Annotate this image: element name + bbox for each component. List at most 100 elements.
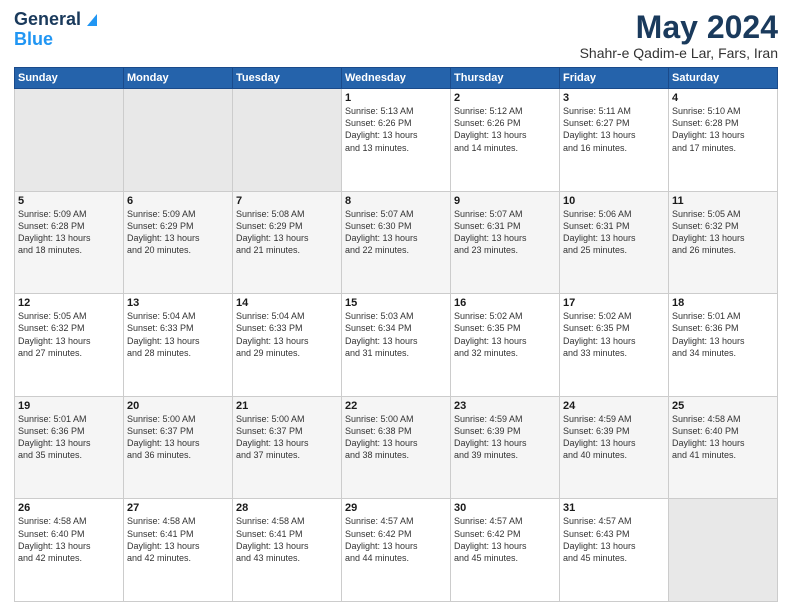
day-cell-7: 7Sunrise: 5:08 AM Sunset: 6:29 PM Daylig… [233, 191, 342, 294]
day-info: Sunrise: 4:58 AM Sunset: 6:40 PM Dayligh… [18, 515, 120, 564]
day-cell-29: 29Sunrise: 4:57 AM Sunset: 6:42 PM Dayli… [342, 499, 451, 602]
day-cell-26: 26Sunrise: 4:58 AM Sunset: 6:40 PM Dayli… [15, 499, 124, 602]
day-number: 13 [127, 297, 229, 309]
logo-icon [83, 10, 101, 28]
day-number: 12 [18, 297, 120, 309]
day-cell-12: 12Sunrise: 5:05 AM Sunset: 6:32 PM Dayli… [15, 294, 124, 397]
day-cell-16: 16Sunrise: 5:02 AM Sunset: 6:35 PM Dayli… [451, 294, 560, 397]
logo-blue: Blue [14, 30, 53, 50]
day-info: Sunrise: 5:01 AM Sunset: 6:36 PM Dayligh… [18, 413, 120, 462]
day-info: Sunrise: 5:02 AM Sunset: 6:35 PM Dayligh… [563, 310, 665, 359]
day-info: Sunrise: 5:00 AM Sunset: 6:37 PM Dayligh… [127, 413, 229, 462]
day-info: Sunrise: 4:59 AM Sunset: 6:39 PM Dayligh… [454, 413, 556, 462]
day-cell-25: 25Sunrise: 4:58 AM Sunset: 6:40 PM Dayli… [669, 396, 778, 499]
week-row-4: 19Sunrise: 5:01 AM Sunset: 6:36 PM Dayli… [15, 396, 778, 499]
day-cell-11: 11Sunrise: 5:05 AM Sunset: 6:32 PM Dayli… [669, 191, 778, 294]
empty-cell [15, 89, 124, 192]
day-info: Sunrise: 5:01 AM Sunset: 6:36 PM Dayligh… [672, 310, 774, 359]
day-cell-15: 15Sunrise: 5:03 AM Sunset: 6:34 PM Dayli… [342, 294, 451, 397]
logo: General Blue [14, 10, 101, 50]
weekday-header-row: SundayMondayTuesdayWednesdayThursdayFrid… [15, 68, 778, 89]
logo-general: General [14, 10, 81, 30]
day-cell-13: 13Sunrise: 5:04 AM Sunset: 6:33 PM Dayli… [124, 294, 233, 397]
week-row-2: 5Sunrise: 5:09 AM Sunset: 6:28 PM Daylig… [15, 191, 778, 294]
day-number: 29 [345, 502, 447, 514]
week-row-3: 12Sunrise: 5:05 AM Sunset: 6:32 PM Dayli… [15, 294, 778, 397]
day-cell-31: 31Sunrise: 4:57 AM Sunset: 6:43 PM Dayli… [560, 499, 669, 602]
day-cell-30: 30Sunrise: 4:57 AM Sunset: 6:42 PM Dayli… [451, 499, 560, 602]
day-number: 9 [454, 195, 556, 207]
day-cell-20: 20Sunrise: 5:00 AM Sunset: 6:37 PM Dayli… [124, 396, 233, 499]
day-info: Sunrise: 5:00 AM Sunset: 6:38 PM Dayligh… [345, 413, 447, 462]
day-cell-2: 2Sunrise: 5:12 AM Sunset: 6:26 PM Daylig… [451, 89, 560, 192]
day-cell-1: 1Sunrise: 5:13 AM Sunset: 6:26 PM Daylig… [342, 89, 451, 192]
weekday-tuesday: Tuesday [233, 68, 342, 89]
day-info: Sunrise: 5:11 AM Sunset: 6:27 PM Dayligh… [563, 105, 665, 154]
day-info: Sunrise: 5:04 AM Sunset: 6:33 PM Dayligh… [236, 310, 338, 359]
day-number: 14 [236, 297, 338, 309]
week-row-1: 1Sunrise: 5:13 AM Sunset: 6:26 PM Daylig… [15, 89, 778, 192]
day-info: Sunrise: 5:03 AM Sunset: 6:34 PM Dayligh… [345, 310, 447, 359]
weekday-wednesday: Wednesday [342, 68, 451, 89]
day-info: Sunrise: 5:07 AM Sunset: 6:31 PM Dayligh… [454, 208, 556, 257]
day-number: 22 [345, 400, 447, 412]
day-number: 20 [127, 400, 229, 412]
day-number: 18 [672, 297, 774, 309]
title-block: May 2024 Shahr-e Qadim-e Lar, Fars, Iran [580, 10, 778, 61]
day-info: Sunrise: 5:00 AM Sunset: 6:37 PM Dayligh… [236, 413, 338, 462]
day-number: 15 [345, 297, 447, 309]
day-number: 31 [563, 502, 665, 514]
day-info: Sunrise: 5:07 AM Sunset: 6:30 PM Dayligh… [345, 208, 447, 257]
day-number: 8 [345, 195, 447, 207]
day-number: 24 [563, 400, 665, 412]
day-info: Sunrise: 4:57 AM Sunset: 6:42 PM Dayligh… [345, 515, 447, 564]
day-cell-27: 27Sunrise: 4:58 AM Sunset: 6:41 PM Dayli… [124, 499, 233, 602]
calendar-table: SundayMondayTuesdayWednesdayThursdayFrid… [14, 67, 778, 602]
weekday-monday: Monday [124, 68, 233, 89]
day-cell-8: 8Sunrise: 5:07 AM Sunset: 6:30 PM Daylig… [342, 191, 451, 294]
day-number: 26 [18, 502, 120, 514]
week-row-5: 26Sunrise: 4:58 AM Sunset: 6:40 PM Dayli… [15, 499, 778, 602]
day-cell-24: 24Sunrise: 4:59 AM Sunset: 6:39 PM Dayli… [560, 396, 669, 499]
weekday-friday: Friday [560, 68, 669, 89]
header: General Blue May 2024 Shahr-e Qadim-e La… [14, 10, 778, 61]
day-cell-28: 28Sunrise: 4:58 AM Sunset: 6:41 PM Dayli… [233, 499, 342, 602]
day-cell-22: 22Sunrise: 5:00 AM Sunset: 6:38 PM Dayli… [342, 396, 451, 499]
day-cell-6: 6Sunrise: 5:09 AM Sunset: 6:29 PM Daylig… [124, 191, 233, 294]
day-cell-14: 14Sunrise: 5:04 AM Sunset: 6:33 PM Dayli… [233, 294, 342, 397]
day-cell-3: 3Sunrise: 5:11 AM Sunset: 6:27 PM Daylig… [560, 89, 669, 192]
day-cell-17: 17Sunrise: 5:02 AM Sunset: 6:35 PM Dayli… [560, 294, 669, 397]
day-number: 2 [454, 92, 556, 104]
day-number: 11 [672, 195, 774, 207]
day-info: Sunrise: 4:59 AM Sunset: 6:39 PM Dayligh… [563, 413, 665, 462]
day-info: Sunrise: 5:10 AM Sunset: 6:28 PM Dayligh… [672, 105, 774, 154]
empty-cell [669, 499, 778, 602]
empty-cell [233, 89, 342, 192]
day-number: 30 [454, 502, 556, 514]
weekday-thursday: Thursday [451, 68, 560, 89]
day-number: 19 [18, 400, 120, 412]
day-number: 28 [236, 502, 338, 514]
day-info: Sunrise: 5:04 AM Sunset: 6:33 PM Dayligh… [127, 310, 229, 359]
day-number: 4 [672, 92, 774, 104]
day-info: Sunrise: 5:09 AM Sunset: 6:29 PM Dayligh… [127, 208, 229, 257]
day-info: Sunrise: 5:13 AM Sunset: 6:26 PM Dayligh… [345, 105, 447, 154]
month-title: May 2024 [580, 10, 778, 45]
day-cell-5: 5Sunrise: 5:09 AM Sunset: 6:28 PM Daylig… [15, 191, 124, 294]
day-cell-18: 18Sunrise: 5:01 AM Sunset: 6:36 PM Dayli… [669, 294, 778, 397]
day-cell-9: 9Sunrise: 5:07 AM Sunset: 6:31 PM Daylig… [451, 191, 560, 294]
day-number: 21 [236, 400, 338, 412]
day-number: 16 [454, 297, 556, 309]
day-info: Sunrise: 5:05 AM Sunset: 6:32 PM Dayligh… [672, 208, 774, 257]
day-info: Sunrise: 5:09 AM Sunset: 6:28 PM Dayligh… [18, 208, 120, 257]
day-number: 5 [18, 195, 120, 207]
day-cell-21: 21Sunrise: 5:00 AM Sunset: 6:37 PM Dayli… [233, 396, 342, 499]
weekday-saturday: Saturday [669, 68, 778, 89]
day-number: 27 [127, 502, 229, 514]
day-info: Sunrise: 4:58 AM Sunset: 6:40 PM Dayligh… [672, 413, 774, 462]
day-info: Sunrise: 4:57 AM Sunset: 6:42 PM Dayligh… [454, 515, 556, 564]
empty-cell [124, 89, 233, 192]
day-info: Sunrise: 5:06 AM Sunset: 6:31 PM Dayligh… [563, 208, 665, 257]
day-info: Sunrise: 4:57 AM Sunset: 6:43 PM Dayligh… [563, 515, 665, 564]
day-cell-4: 4Sunrise: 5:10 AM Sunset: 6:28 PM Daylig… [669, 89, 778, 192]
